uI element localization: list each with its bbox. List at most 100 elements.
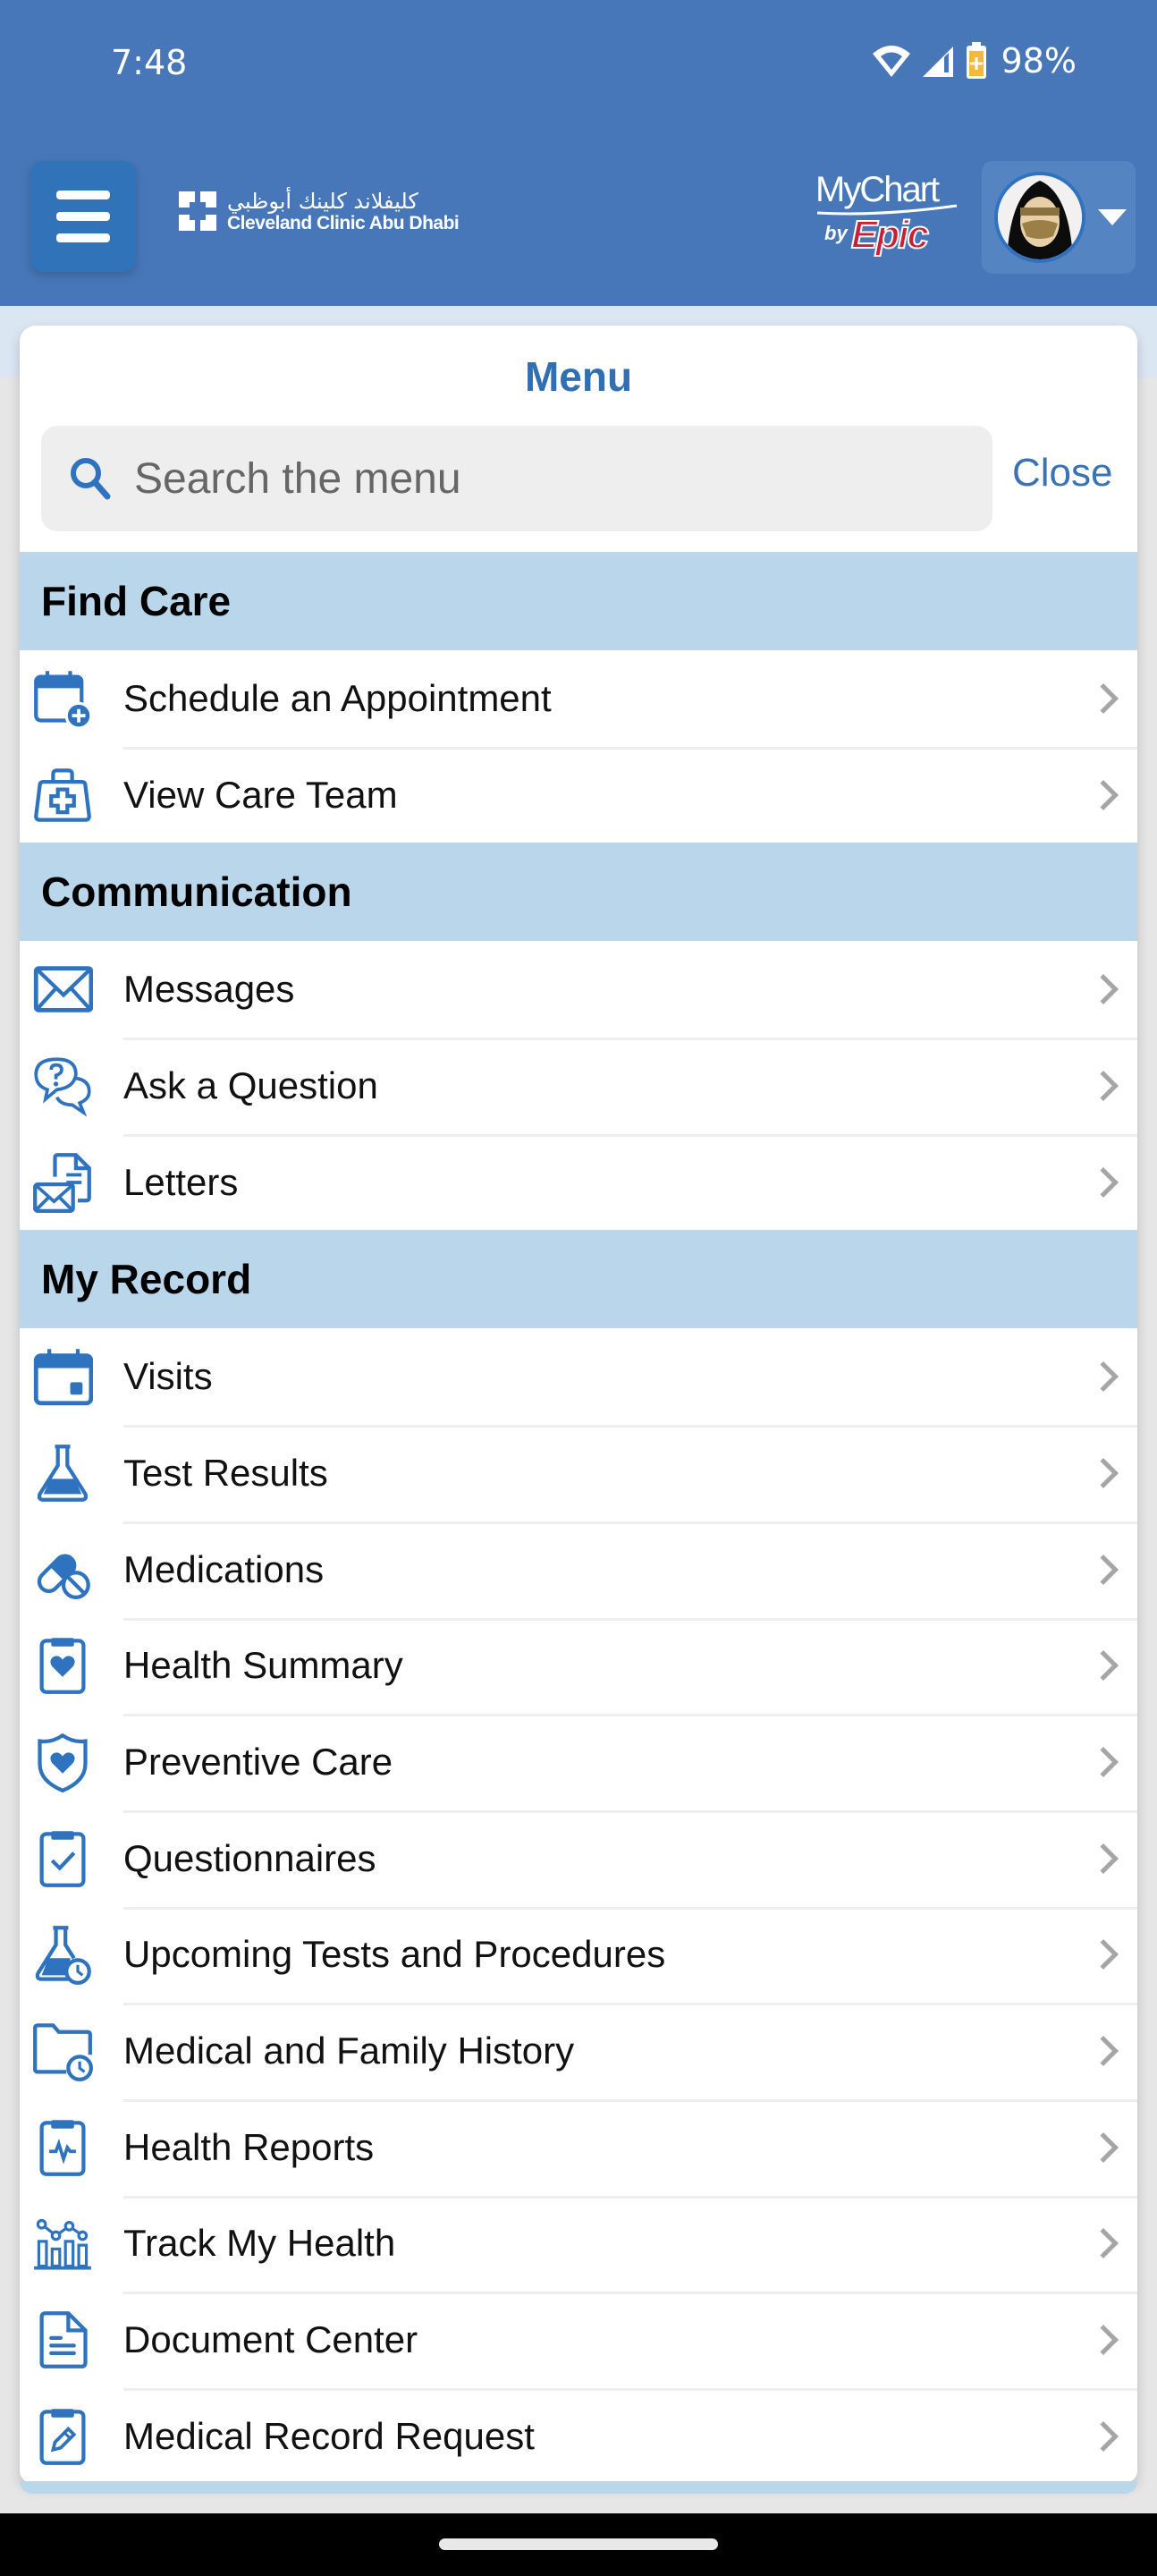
menu-item-label: Medications xyxy=(123,1547,325,1590)
menu-item-label: Track My Health xyxy=(123,2222,396,2265)
section-header-communication: Communication xyxy=(20,843,1137,942)
chevron-right-icon xyxy=(1088,2036,1119,2067)
menu-item-label: Ask a Question xyxy=(123,1063,378,1106)
menu-item-label: View Care Team xyxy=(123,773,398,816)
menu-item-label: Letters xyxy=(123,1160,239,1203)
shield-heart-icon xyxy=(38,1733,88,1793)
menu-item-questionnaires[interactable]: Questionnaires xyxy=(20,1809,1137,1907)
chevron-right-icon xyxy=(1088,2325,1119,2356)
clipboard-check-icon xyxy=(39,1830,86,1887)
chevron-right-icon xyxy=(1088,1939,1119,1970)
question-chat-icon xyxy=(34,1057,91,1116)
home-gesture-handle[interactable] xyxy=(439,2538,718,2550)
cell-signal-icon xyxy=(922,47,953,77)
organization-logo: كليفلاند كلينك أبوظبي Cleveland Clinic A… xyxy=(177,188,460,233)
menu-item-ask-question[interactable]: Ask a Question xyxy=(20,1038,1137,1134)
section-header-my-record: My Record xyxy=(20,1230,1137,1329)
letter-document-icon xyxy=(33,1152,91,1213)
menu-item-label: Health Reports xyxy=(123,2125,375,2168)
menu-search-box[interactable] xyxy=(41,426,992,531)
hamburger-icon xyxy=(56,191,110,199)
menu-button[interactable] xyxy=(30,161,136,272)
battery-charging-icon xyxy=(966,42,986,79)
account-switcher[interactable] xyxy=(982,161,1136,274)
menu-item-health-reports[interactable]: Health Reports xyxy=(20,2098,1137,2196)
chevron-right-icon xyxy=(1088,1843,1119,1874)
menu-item-label: Document Center xyxy=(123,2318,418,2361)
menu-item-health-summary[interactable]: Health Summary xyxy=(20,1617,1137,1715)
chevron-right-icon xyxy=(1088,1070,1119,1101)
menu-item-label: Visits xyxy=(123,1355,213,1398)
menu-item-preventive-care[interactable]: Preventive Care xyxy=(20,1714,1137,1810)
pills-icon xyxy=(37,1554,90,1599)
menu-item-document-center[interactable]: Document Center xyxy=(20,2292,1137,2388)
status-icons: 98% xyxy=(871,41,1077,80)
org-name-english: Cleveland Clinic Abu Dhabi xyxy=(227,212,460,233)
avatar xyxy=(994,172,1085,263)
menu-item-letters[interactable]: Letters xyxy=(20,1133,1137,1231)
menu-item-label: Health Summary xyxy=(123,1644,403,1687)
mychart-logo: MyChart by Epic xyxy=(815,170,967,259)
chevron-right-icon xyxy=(1088,1166,1119,1198)
clock: 7:48 xyxy=(111,43,188,82)
menu-item-label: Questionnaires xyxy=(123,1836,376,1879)
menu-item-messages[interactable]: Messages xyxy=(20,941,1137,1038)
menu-item-visits[interactable]: Visits xyxy=(20,1328,1137,1426)
menu-panel: Menu Close Find Care Schedule an Appoint… xyxy=(20,326,1137,2483)
folder-clock-icon xyxy=(33,2023,93,2082)
search-icon xyxy=(71,458,111,500)
clipboard-heart-icon xyxy=(39,1638,86,1695)
clipboard-pencil-icon xyxy=(39,2409,86,2465)
menu-item-label: Upcoming Tests and Procedures xyxy=(123,1933,666,1976)
menu-item-medical-record-request[interactable]: Medical Record Request xyxy=(20,2388,1137,2483)
menu-item-label: Messages xyxy=(123,968,295,1011)
epic-wordmark: Epic xyxy=(850,212,930,258)
chevron-right-icon xyxy=(1088,974,1119,1005)
menu-item-label: Test Results xyxy=(123,1451,328,1494)
section-header-find-care: Find Care xyxy=(20,552,1137,650)
org-name-arabic: كليفلاند كلينك أبوظبي xyxy=(227,188,418,214)
system-navigation-bar xyxy=(0,2513,1157,2576)
chevron-right-icon xyxy=(1088,1361,1119,1393)
menu-item-label: Medical Record Request xyxy=(123,2414,535,2457)
chevron-right-icon xyxy=(1088,2420,1119,2452)
menu-title: Menu xyxy=(524,353,633,400)
caret-down-icon xyxy=(1098,209,1127,225)
flask-icon xyxy=(37,1445,89,1502)
cleveland-clinic-logo-icon xyxy=(179,191,216,231)
mychart-by: by xyxy=(824,222,848,244)
medical-bag-icon xyxy=(34,767,91,822)
menu-item-medications[interactable]: Medications xyxy=(20,1521,1137,1618)
chevron-right-icon xyxy=(1088,1554,1119,1585)
chevron-right-icon xyxy=(1088,2228,1119,2259)
menu-item-track-my-health[interactable]: Track My Health xyxy=(20,2195,1137,2292)
chevron-right-icon xyxy=(1088,779,1119,810)
menu-item-label: Preventive Care xyxy=(123,1741,393,1784)
calendar-icon xyxy=(33,1349,93,1406)
menu-item-upcoming-tests[interactable]: Upcoming Tests and Procedures xyxy=(20,1906,1137,2004)
menu-search-input[interactable] xyxy=(134,453,939,504)
bar-line-chart-icon xyxy=(34,2219,91,2270)
chevron-right-icon xyxy=(1088,682,1119,714)
close-button[interactable]: Close xyxy=(1012,451,1113,496)
calendar-plus-icon xyxy=(34,671,93,729)
document-icon xyxy=(39,2311,88,2369)
chevron-right-icon xyxy=(1088,1747,1119,1778)
menu-list: Find Care Schedule an Appointment View C… xyxy=(20,552,1137,2483)
menu-item-view-care-team[interactable]: View Care Team xyxy=(20,746,1137,843)
chevron-right-icon xyxy=(1088,1457,1119,1488)
flask-clock-icon xyxy=(35,1926,91,1986)
menu-panel-bottom-edge xyxy=(20,2481,1137,2494)
menu-item-schedule-appointment[interactable]: Schedule an Appointment xyxy=(20,650,1137,747)
menu-item-medical-family-history[interactable]: Medical and Family History xyxy=(20,2003,1137,2099)
menu-item-label: Schedule an Appointment xyxy=(123,676,552,719)
app-header: كليفلاند كلينك أبوظبي Cleveland Clinic A… xyxy=(0,134,1157,306)
chevron-right-icon xyxy=(1088,2131,1119,2163)
chevron-right-icon xyxy=(1088,1650,1119,1682)
status-bar: 7:48 98% xyxy=(0,0,1157,134)
battery-percentage: 98% xyxy=(1001,41,1077,80)
clipboard-pulse-icon xyxy=(39,2119,86,2176)
menu-item-test-results[interactable]: Test Results xyxy=(20,1425,1137,1521)
wifi-icon xyxy=(872,46,910,77)
envelope-icon xyxy=(33,966,93,1013)
